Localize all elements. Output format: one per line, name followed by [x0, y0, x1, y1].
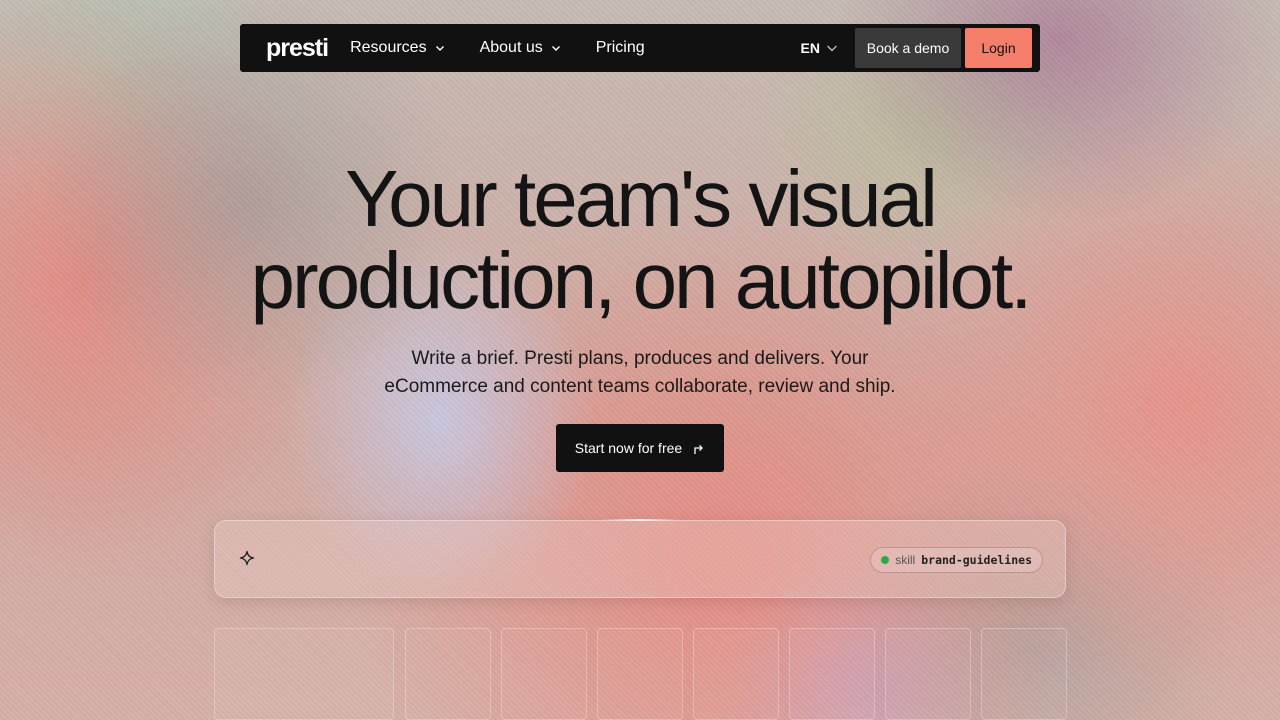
language-selector[interactable]: EN — [801, 40, 839, 56]
start-free-label: Start now for free — [574, 440, 683, 456]
presti-logo[interactable]: presti — [266, 35, 329, 61]
skill-value: brand-guidelines — [921, 553, 1032, 567]
nav-resources-label: Resources — [350, 39, 427, 56]
preview-card — [789, 628, 875, 720]
nav-about-us-label: About us — [479, 39, 543, 56]
preview-card — [981, 628, 1067, 720]
login-button[interactable]: Login — [965, 28, 1032, 68]
skill-chip[interactable]: skill brand-guidelines — [870, 547, 1043, 573]
preview-card — [693, 628, 779, 720]
nav-pricing[interactable]: Pricing — [596, 39, 645, 57]
status-dot — [881, 556, 890, 564]
nav-resources[interactable]: Resources — [350, 39, 445, 57]
hero-title: Your team's visual production, on autopi… — [0, 158, 1280, 322]
nav-about-us[interactable]: About us — [480, 39, 562, 57]
hero-subtitle-line-2: eCommerce and content teams collaborate,… — [384, 376, 896, 397]
preview-card — [885, 628, 971, 720]
language-label: EN — [800, 40, 820, 56]
hero-subtitle-line-1: Write a brief. Presti plans, produces an… — [411, 348, 869, 369]
nav-pricing-label: Pricing — [595, 39, 645, 56]
start-free-button[interactable]: Start now for free — [556, 424, 724, 472]
book-demo-button[interactable]: Book a demo — [855, 28, 961, 68]
nav-links: Resources About us Pricing — [350, 39, 679, 57]
top-navigation: presti Resources About us Pricing EN Boo… — [240, 24, 1040, 72]
hero-title-line-1: Your team's visual — [345, 154, 938, 243]
preview-card — [597, 628, 683, 720]
arrow-turn-up-right-icon — [694, 444, 704, 454]
preview-card — [501, 628, 587, 720]
preview-card — [405, 628, 491, 720]
sparkle-icon — [239, 550, 255, 566]
nav-actions: EN Book a demo Login — [801, 24, 1040, 72]
prompt-input-box[interactable]: skill brand-guidelines — [214, 520, 1066, 598]
chevron-down-icon — [551, 46, 560, 51]
chevron-down-icon — [435, 46, 444, 51]
preview-card — [214, 628, 394, 720]
chevron-down-icon — [827, 45, 837, 52]
hero-title-line-2: production, on autopilot. — [250, 236, 1033, 325]
skill-key: skill — [895, 553, 916, 567]
hero-subtitle: Write a brief. Presti plans, produces an… — [0, 345, 1280, 401]
